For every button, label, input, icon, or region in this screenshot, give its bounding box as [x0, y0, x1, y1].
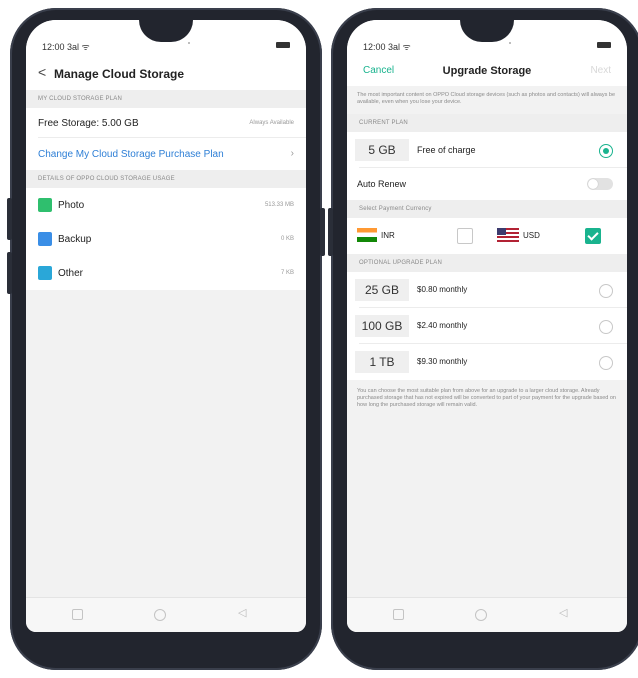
inr-checkbox[interactable]: [457, 228, 473, 244]
plan-price: $9.30 monthly: [417, 357, 468, 366]
right-phone: 12:00 3al ᯤ Cancel Upgrade Storage Next …: [328, 8, 638, 670]
header: < Manage Cloud Storage: [26, 56, 306, 90]
section-header-details: DETAILS OF OPPO CLOUD STORAGE USAGE: [26, 170, 306, 188]
header: Cancel Upgrade Storage Next: [347, 56, 627, 86]
plan-radio[interactable]: [599, 144, 613, 158]
status-time: 12:00 3al ᯤ: [42, 42, 90, 52]
auto-renew-toggle[interactable]: [587, 178, 613, 190]
plan-price: $2.40 monthly: [417, 321, 468, 330]
section-header-currency: Select Payment Currency: [347, 200, 627, 218]
availability-text: Always Available: [249, 120, 294, 126]
nav-bar: ◁: [26, 597, 306, 632]
next-button[interactable]: Next: [590, 65, 611, 76]
home-icon[interactable]: [475, 609, 487, 621]
left-phone: 12:00 3al ᯤ < Manage Cloud Storage MY CL…: [7, 8, 325, 670]
plan-size: 1 TB: [355, 351, 409, 373]
volume-button: [328, 208, 333, 256]
other-files-icon: [38, 266, 52, 280]
plan-size: 100 GB: [355, 315, 409, 337]
battery-icon: [597, 42, 611, 48]
free-storage-label: Free Storage: 5.00 GB: [38, 118, 139, 129]
home-icon[interactable]: [154, 609, 166, 621]
usage-label: Backup: [58, 234, 92, 245]
plan-size: 5 GB: [355, 139, 409, 161]
camera-dot: [188, 42, 190, 44]
usage-row[interactable]: Photo 513.33 MB: [26, 188, 306, 222]
current-plan-row: 5 GB Free of charge: [347, 132, 627, 168]
footnote-text: You can choose the most suitable plan fr…: [357, 388, 616, 408]
back-icon[interactable]: ◁: [238, 606, 246, 619]
change-plan-row[interactable]: Change My Cloud Storage Purchase Plan ›: [26, 138, 306, 170]
page-title: Upgrade Storage: [442, 65, 532, 77]
recents-icon[interactable]: [72, 609, 83, 620]
power-button: [320, 208, 325, 256]
section-header-optional: OPTIONAL UPGRADE PLAN: [347, 254, 627, 272]
plan-radio[interactable]: [599, 356, 613, 370]
usage-row[interactable]: Other 7 KB: [26, 256, 306, 290]
left-screen: 12:00 3al ᯤ < Manage Cloud Storage MY CL…: [26, 20, 306, 632]
usage-row[interactable]: Backup 0 KB: [26, 222, 306, 256]
page-title: Manage Cloud Storage: [54, 67, 185, 81]
recents-icon[interactable]: [393, 609, 404, 620]
usd-checkbox[interactable]: [585, 228, 601, 244]
change-plan-link[interactable]: Change My Cloud Storage Purchase Plan: [38, 149, 224, 160]
usage-label: Photo: [58, 200, 85, 211]
usage-size: 513.33 MB: [264, 202, 294, 208]
plan-size: 25 GB: [355, 279, 409, 301]
status-time: 12:00 3al ᯤ: [363, 42, 411, 52]
photo-icon: [38, 198, 52, 212]
upgrade-plan-row[interactable]: 100 GB $2.40 monthly: [347, 308, 627, 344]
intro-text: The most important content on OPPO Cloud…: [347, 86, 627, 114]
currency-label: INR: [381, 231, 395, 240]
usage-size: 0 KB: [280, 236, 294, 242]
currency-row: INR USD: [347, 218, 627, 254]
chevron-right-icon: ›: [290, 148, 294, 159]
usage-size: 7 KB: [280, 270, 294, 276]
nav-bar: ◁: [347, 597, 627, 632]
volume-button: [7, 198, 12, 240]
back-arrow-icon[interactable]: <: [38, 64, 46, 80]
plan-price: $0.80 monthly: [417, 285, 468, 294]
auto-renew-label: Auto Renew: [357, 179, 407, 189]
upgrade-plan-row[interactable]: 25 GB $0.80 monthly: [347, 272, 627, 308]
volume-button: [7, 252, 12, 294]
plan-price: Free of charge: [417, 145, 476, 155]
section-header-current: CURRENT PLAN: [347, 114, 627, 132]
backup-icon: [38, 232, 52, 246]
back-icon[interactable]: ◁: [559, 606, 567, 619]
camera-dot: [509, 42, 511, 44]
plan-radio[interactable]: [599, 320, 613, 334]
us-flag-canton: [497, 228, 506, 235]
plan-radio[interactable]: [599, 284, 613, 298]
india-flag-icon: [357, 228, 377, 242]
free-storage-row: Free Storage: 5.00 GB Always Available: [26, 108, 306, 138]
upgrade-plan-row[interactable]: 1 TB $9.30 monthly: [347, 344, 627, 380]
auto-renew-row: Auto Renew: [347, 168, 627, 200]
battery-icon: [276, 42, 290, 48]
currency-label: USD: [523, 231, 540, 240]
usage-label: Other: [58, 268, 84, 279]
right-screen: 12:00 3al ᯤ Cancel Upgrade Storage Next …: [347, 20, 627, 632]
section-header-plan: MY CLOUD STORAGE PLAN: [26, 90, 306, 108]
